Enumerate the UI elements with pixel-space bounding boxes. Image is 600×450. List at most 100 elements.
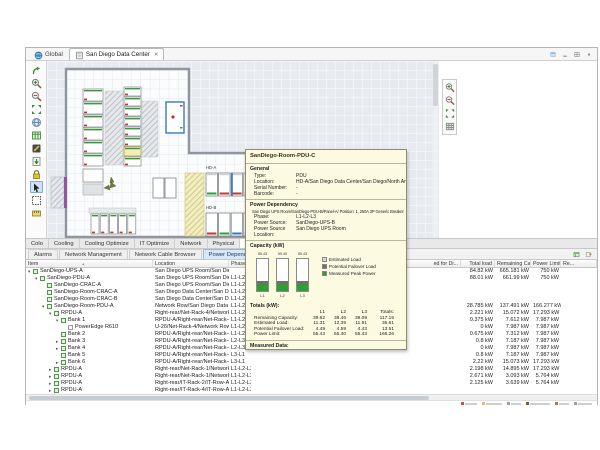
select-area-icon[interactable] bbox=[30, 194, 43, 206]
rack-status-bottom bbox=[125, 144, 128, 146]
rack-status-top bbox=[84, 129, 102, 130]
close-tab-icon[interactable]: ✕ bbox=[154, 52, 159, 58]
total-cell: 0.375 kW bbox=[461, 317, 495, 324]
rack-status-bottom bbox=[110, 232, 113, 234]
measure-icon[interactable] bbox=[30, 207, 43, 219]
item-type-icon bbox=[61, 318, 66, 323]
status-legend-item bbox=[574, 402, 592, 405]
pan-icon[interactable] bbox=[30, 64, 43, 76]
location-cell: Right-rear/IT-Rack-4/IT-Row-A/Sa... bbox=[153, 387, 229, 394]
globe-tool-icon[interactable] bbox=[30, 116, 43, 128]
column-header-remaining[interactable]: Remaining Ca... bbox=[495, 260, 531, 267]
fit-icon[interactable] bbox=[30, 103, 43, 115]
layout-icon[interactable] bbox=[573, 50, 581, 58]
window-controls bbox=[549, 50, 593, 58]
location-cell: San Diego Data Center/San Diego/... bbox=[153, 289, 229, 296]
item-name: Bank 4 bbox=[68, 345, 85, 352]
item-name: SanDiego-PDU-A bbox=[47, 275, 90, 282]
popup-section-general: General bbox=[250, 166, 402, 172]
palette-icon[interactable] bbox=[549, 50, 557, 58]
rack[interactable] bbox=[109, 214, 117, 234]
table-row[interactable]: ▸Bank 6RPDU-A/Right-rear/Net-Rack-4/N...… bbox=[26, 359, 597, 366]
canvas-vertical-scrollbar[interactable] bbox=[433, 62, 438, 236]
column-header-total[interactable]: Total load bbox=[461, 260, 495, 267]
rack[interactable] bbox=[100, 214, 108, 234]
column-header-limit[interactable]: Power Limit bbox=[531, 260, 561, 267]
status-icon bbox=[526, 402, 529, 405]
item-cell: ▸Bank 4 bbox=[26, 345, 153, 352]
table-green-icon[interactable] bbox=[572, 250, 581, 259]
panel-status-dot bbox=[171, 115, 174, 118]
total-cell: 88.01 kW bbox=[461, 275, 495, 282]
column-header-location[interactable]: Location bbox=[153, 260, 229, 267]
table-row[interactable]: ▸RPDU-ARight-rear/IT-Rack-2/IT-Row-A/Sa.… bbox=[26, 380, 597, 387]
editor-tab-san-diego-data-center[interactable]: San Diego Data Center✕ bbox=[69, 48, 165, 60]
editor-tab-global[interactable]: Global bbox=[28, 48, 69, 60]
perspective-tab-it-optimize[interactable]: IT Optimize bbox=[135, 239, 176, 248]
minimize-icon[interactable] bbox=[561, 50, 569, 58]
column-header-re[interactable]: Re... bbox=[561, 260, 597, 267]
rack-status-top bbox=[101, 215, 107, 216]
status-text-blur bbox=[465, 403, 477, 405]
bar-top-label: 55.43 bbox=[256, 252, 269, 256]
phase-cell: L3-L1 bbox=[229, 352, 251, 359]
floor-unit[interactable] bbox=[83, 184, 103, 195]
remaining-cell: 665.181 kW bbox=[495, 268, 531, 275]
grid-icon[interactable] bbox=[444, 120, 456, 132]
zoom-out-icon[interactable] bbox=[30, 90, 43, 102]
table-row[interactable]: Bank 5RPDU-A/Right-rear/Net-Rack-4/N...L… bbox=[26, 352, 597, 359]
floor-unit[interactable] bbox=[83, 169, 103, 182]
phase-cell: L1-L2-L3 bbox=[229, 387, 251, 394]
rack-status-bottom bbox=[101, 232, 104, 234]
perspective-tab-colo[interactable]: Colo bbox=[26, 239, 49, 248]
perspective-tab-network[interactable]: Network bbox=[175, 239, 207, 248]
import-icon[interactable] bbox=[30, 155, 43, 167]
total-cell: 0.8 kW bbox=[461, 352, 495, 359]
rack-top-mark bbox=[207, 174, 216, 175]
capacity-bar-chart: 55.43L155.40L255.43L3Estimated LoadPoten… bbox=[250, 250, 402, 302]
power-dependency-field-value: San Diego UPS Room bbox=[296, 226, 346, 238]
item-cell: ▸RPDU-A bbox=[26, 387, 153, 394]
rack[interactable] bbox=[128, 214, 136, 234]
used-cell bbox=[277, 373, 461, 380]
table-row[interactable]: ▸RPDU-ARight-rear/Net-Rack-1/Network R..… bbox=[26, 366, 597, 373]
view-tab-network-cable-browser[interactable]: Network Cable Browser bbox=[129, 249, 202, 259]
floor-pdu[interactable] bbox=[153, 178, 164, 198]
table-row[interactable]: ▸RPDU-ARight-rear/Net-Rack-1/Network R..… bbox=[26, 373, 597, 380]
export-icon[interactable] bbox=[584, 250, 593, 259]
view-tab-alarms[interactable]: Alarms bbox=[28, 249, 58, 259]
total-cell: 2.198 kW bbox=[461, 366, 495, 373]
perspective-tab-physical[interactable]: Physical bbox=[208, 239, 241, 248]
limit-cell bbox=[531, 296, 561, 303]
floor-pdu[interactable] bbox=[165, 178, 176, 198]
item-cell: PowerEdge R610 bbox=[26, 324, 153, 331]
cursor-icon[interactable] bbox=[30, 181, 43, 193]
power-dependency-field: Power Source Location:San Diego UPS Room bbox=[250, 226, 402, 238]
zoom-in-icon[interactable] bbox=[444, 81, 456, 93]
zoom-out-icon[interactable] bbox=[444, 94, 456, 106]
lock-icon[interactable] bbox=[30, 168, 43, 180]
view-tab-network-management[interactable]: Network Management bbox=[59, 249, 128, 259]
edit-icon[interactable] bbox=[30, 142, 43, 154]
item-cell: ▾Bank 1 bbox=[26, 317, 153, 324]
phase-cell: L1-L2-L3 bbox=[229, 380, 251, 387]
rack-status-bottom bbox=[84, 164, 87, 166]
perspective-tab-cooling-optimize[interactable]: Cooling Optimize bbox=[80, 239, 135, 248]
rack-status-top bbox=[125, 128, 140, 129]
legend-item: Measured Peak Power bbox=[322, 271, 376, 276]
table-icon[interactable] bbox=[30, 129, 43, 141]
perspective-tab-cooling[interactable]: Cooling bbox=[49, 239, 80, 248]
menu-icon[interactable] bbox=[585, 50, 593, 58]
table-row[interactable]: ▸RPDU-ARight-rear/IT-Rack-4/IT-Row-A/Sa.… bbox=[26, 387, 597, 394]
bar-phase-label: L1 bbox=[256, 293, 269, 298]
fit-icon[interactable] bbox=[444, 107, 456, 119]
rack-status-bottom bbox=[129, 232, 132, 234]
rack-top-mark bbox=[220, 174, 229, 175]
phase-cell: L1-L2-L3 bbox=[229, 373, 251, 380]
item-cell: SanDiego-CRAC-A bbox=[26, 282, 153, 289]
rack[interactable] bbox=[91, 214, 99, 234]
legend-label: Potential Failover Load bbox=[329, 264, 376, 269]
zoom-in-icon[interactable] bbox=[30, 77, 43, 89]
rack[interactable] bbox=[119, 214, 127, 234]
column-header-item[interactable]: Item▴ bbox=[26, 260, 153, 267]
